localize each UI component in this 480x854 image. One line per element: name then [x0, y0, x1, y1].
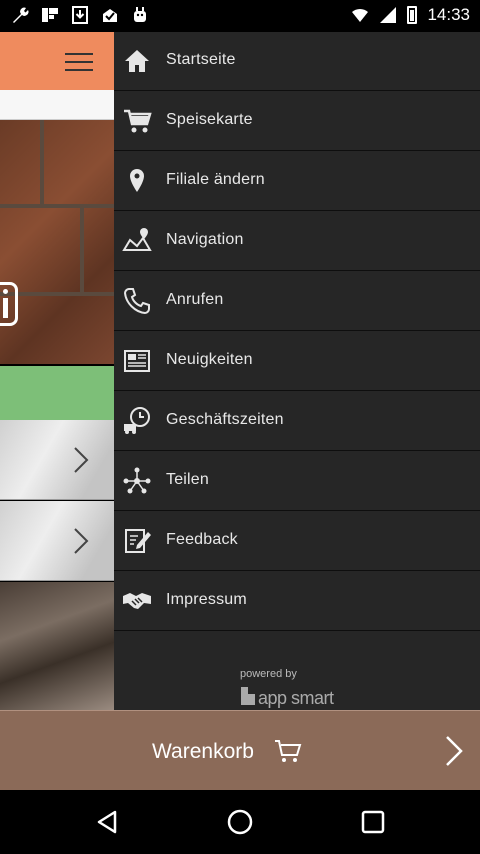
- menu-item-anrufen[interactable]: Anrufen: [114, 272, 480, 331]
- map-route-icon: [122, 228, 152, 251]
- home-icon: [125, 50, 149, 72]
- appsmart-logo: app smart: [240, 680, 360, 708]
- chevron-right-icon: [74, 528, 89, 554]
- appsmart-logo-icon: [241, 687, 255, 705]
- android-icon: [134, 7, 146, 22]
- inbox-icon: [103, 9, 117, 22]
- status-time: 14:33: [427, 5, 470, 24]
- search-bar[interactable]: [0, 90, 114, 120]
- share-icon: [123, 467, 151, 494]
- clock-truck-icon: [124, 407, 150, 434]
- promo-block[interactable]: [0, 366, 114, 420]
- banner-image: [0, 120, 114, 364]
- cart-bar[interactable]: Warenkorb: [0, 710, 480, 790]
- cart-icon: [124, 109, 152, 133]
- hamburger-icon-bar: [65, 69, 93, 71]
- content-image: [0, 582, 114, 710]
- menu-item-label: Geschäftszeiten: [166, 411, 284, 428]
- menu-item-filiale-aendern[interactable]: Filiale ändern: [114, 152, 480, 211]
- system-nav-bar: [0, 790, 480, 854]
- handshake-icon: [123, 593, 151, 609]
- menu-item-geschaeftszeiten[interactable]: Geschäftszeiten: [114, 392, 480, 451]
- download-icon: [72, 6, 88, 24]
- signal-icon: [380, 7, 397, 23]
- newspaper-icon: [124, 350, 150, 372]
- powered-by-label: powered by: [240, 668, 297, 680]
- feedback-icon: [125, 529, 151, 553]
- recents-icon[interactable]: [359, 808, 387, 836]
- powered-by-branding[interactable]: powered by app smart: [240, 668, 360, 708]
- menu-item-label: Navigation: [166, 231, 244, 248]
- shopping-cart-icon: [275, 740, 302, 762]
- hamburger-icon-bar: [65, 53, 93, 55]
- status-icons: [10, 5, 150, 25]
- navigation-drawer: Startseite Speisekarte Filiale ändern Na…: [114, 32, 480, 710]
- list-item[interactable]: [0, 420, 114, 500]
- wrench-icon: [13, 7, 29, 23]
- cart-label: Warenkorb: [152, 740, 254, 763]
- chevron-right-icon[interactable]: [444, 735, 464, 767]
- info-icon[interactable]: [0, 282, 18, 326]
- app-header: [0, 32, 114, 90]
- menu-item-label: Teilen: [166, 471, 210, 488]
- back-icon[interactable]: [93, 808, 121, 836]
- list-item[interactable]: [0, 501, 114, 581]
- menu-item-teilen[interactable]: Teilen: [114, 452, 480, 511]
- menu-item-label: Speisekarte: [166, 111, 253, 128]
- status-right: 14:33: [351, 5, 470, 25]
- wifi-icon: [352, 8, 369, 22]
- menu-item-startseite[interactable]: Startseite: [114, 32, 480, 91]
- menu-item-feedback[interactable]: Feedback: [114, 512, 480, 571]
- menu-item-impressum[interactable]: Impressum: [114, 572, 480, 631]
- home-button-icon[interactable]: [226, 808, 254, 836]
- chevron-right-icon: [74, 447, 89, 473]
- menu-item-speisekarte[interactable]: Speisekarte: [114, 92, 480, 151]
- menu-item-label: Startseite: [166, 51, 236, 68]
- menu-item-label: Anrufen: [166, 291, 224, 308]
- status-bar: 14:33: [0, 0, 480, 32]
- phone-icon: [123, 288, 150, 315]
- menu-item-label: Impressum: [166, 591, 247, 608]
- hamburger-icon-bar: [65, 61, 93, 63]
- flipboard-icon: [42, 8, 58, 22]
- menu-item-label: Feedback: [166, 531, 238, 548]
- location-pin-icon: [130, 169, 144, 192]
- background-content: [0, 32, 114, 710]
- battery-icon: [407, 6, 418, 24]
- menu-item-label: Neuigkeiten: [166, 351, 253, 368]
- menu-toggle-button[interactable]: [65, 53, 93, 71]
- menu-item-label: Filiale ändern: [166, 171, 265, 188]
- appsmart-brand: app smart: [258, 688, 334, 708]
- menu-item-neuigkeiten[interactable]: Neuigkeiten: [114, 332, 480, 391]
- menu-item-navigation[interactable]: Navigation: [114, 212, 480, 271]
